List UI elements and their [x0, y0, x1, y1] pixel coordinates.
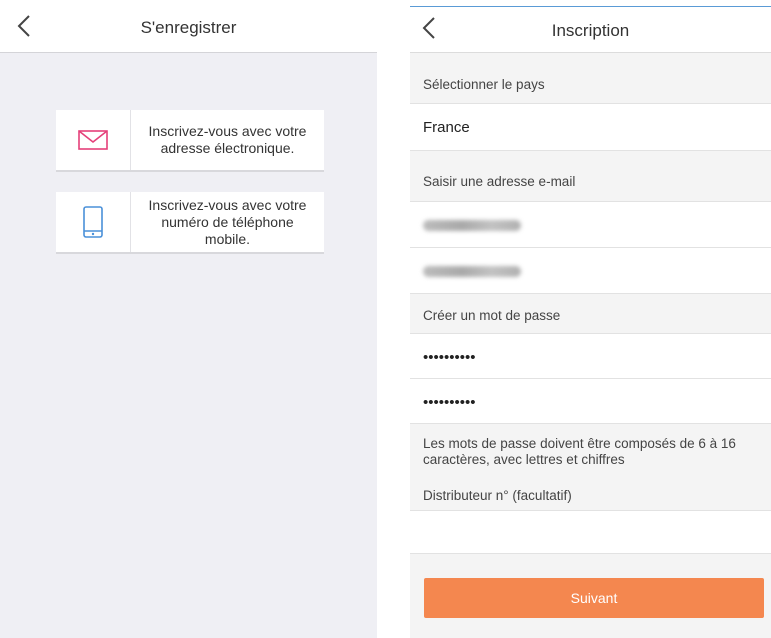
password-confirm-value: ••••••••••	[423, 394, 476, 411]
password-hint-text: Les mots de passe doivent être composés …	[423, 436, 736, 467]
password-confirm-input[interactable]: ••••••••••	[410, 379, 771, 424]
email-confirm-input[interactable]	[410, 248, 771, 294]
envelope-icon-box	[56, 110, 131, 170]
country-section-label: Sélectionner le pays	[423, 77, 545, 92]
password-input[interactable]: ••••••••••	[410, 334, 771, 379]
register-with-phone-option[interactable]: Inscrivez-vous avec votre numéro de télé…	[56, 192, 324, 254]
email-registration-screen: Inscription Sélectionner le pays France …	[410, 6, 771, 638]
page-title: Inscription	[551, 21, 630, 40]
option-label: Inscrivez-vous avec votre adresse électr…	[148, 123, 307, 156]
password-hint-section: Les mots de passe doivent être composés …	[410, 424, 771, 554]
password-section-header: Créer un mot de passe	[410, 294, 771, 334]
email-section-header: Saisir une adresse e-mail	[410, 151, 771, 202]
footer: Suivant	[410, 554, 771, 638]
password-section-label: Créer un mot de passe	[423, 308, 561, 323]
email-input[interactable]	[410, 202, 771, 248]
option-label: Inscrivez-vous avec votre numéro de télé…	[148, 196, 307, 247]
next-button[interactable]: Suivant	[424, 578, 764, 618]
country-select[interactable]: France	[410, 104, 771, 151]
envelope-icon	[78, 130, 108, 150]
mobile-phone-icon-box	[56, 192, 131, 252]
password-value: ••••••••••	[423, 349, 476, 366]
country-section-header: Sélectionner le pays	[410, 53, 771, 104]
header: Inscription	[410, 7, 771, 53]
header: S'enregistrer	[0, 0, 377, 53]
country-value: France	[423, 119, 470, 136]
email-confirm-value-blurred	[423, 264, 521, 281]
register-with-email-option[interactable]: Inscrivez-vous avec votre adresse électr…	[56, 110, 324, 172]
distributor-input[interactable]	[410, 510, 771, 554]
email-value-blurred	[423, 218, 521, 235]
mobile-phone-icon	[83, 206, 103, 238]
register-method-screen: S'enregistrer Inscrivez-vous avec votre …	[0, 0, 377, 638]
email-section-label: Saisir une adresse e-mail	[423, 174, 576, 189]
page-title: S'enregistrer	[140, 18, 237, 37]
distributor-label: Distributeur n° (facultatif)	[423, 488, 572, 503]
